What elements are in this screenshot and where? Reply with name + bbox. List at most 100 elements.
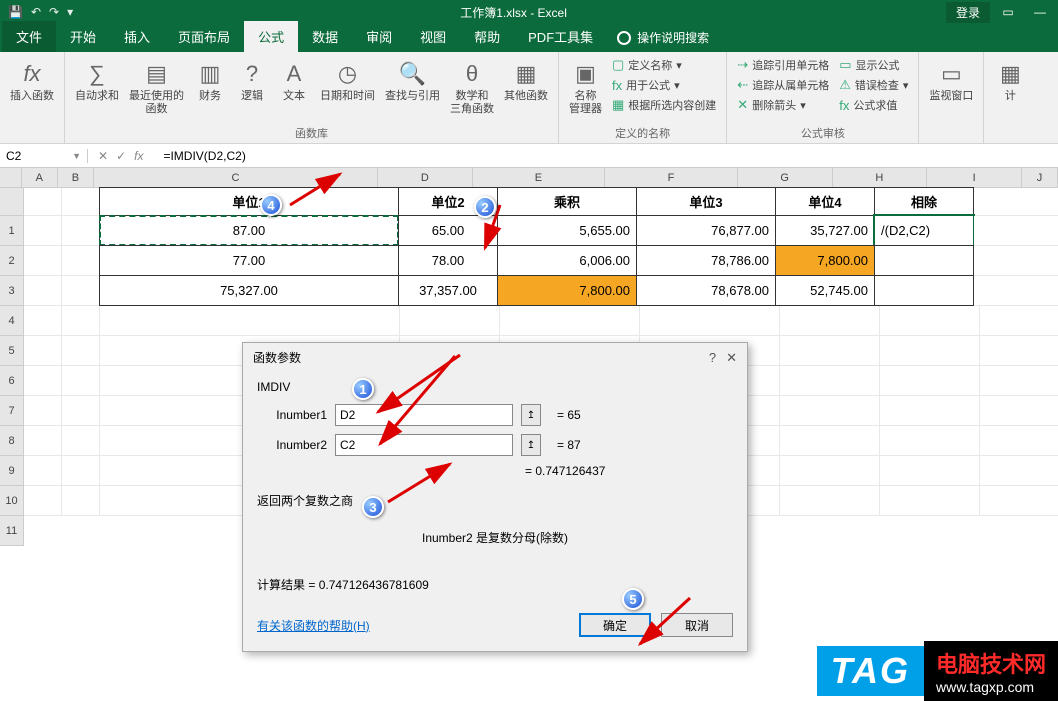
cell[interactable]	[24, 216, 62, 246]
cell[interactable]	[400, 306, 500, 336]
cell[interactable]	[24, 456, 62, 486]
lookup-button[interactable]: 🔍查找与引用	[381, 56, 444, 118]
cell[interactable]	[980, 396, 1058, 426]
cell[interactable]	[62, 306, 100, 336]
cell-e3[interactable]: 6,006.00	[497, 245, 637, 276]
param2-input[interactable]: C2	[335, 434, 513, 456]
cell[interactable]	[880, 336, 980, 366]
cell[interactable]	[24, 306, 62, 336]
datetime-button[interactable]: ◷日期和时间	[316, 56, 379, 118]
cell-d3[interactable]: 78.00	[398, 245, 498, 276]
fx-button-icon[interactable]: fx	[134, 149, 143, 163]
col-header-g[interactable]: G	[738, 168, 833, 187]
cell[interactable]	[24, 366, 62, 396]
cell-g4[interactable]: 52,745.00	[775, 275, 875, 306]
cell[interactable]	[100, 306, 400, 336]
define-name-button[interactable]: ▢定义名称 ▾	[608, 56, 720, 74]
tab-home[interactable]: 开始	[56, 21, 110, 52]
cell[interactable]	[62, 456, 100, 486]
cell[interactable]	[62, 366, 100, 396]
col-header-a[interactable]: A	[22, 168, 58, 187]
cell[interactable]	[62, 426, 100, 456]
cell-h3[interactable]	[874, 245, 974, 276]
tab-file[interactable]: 文件	[2, 21, 56, 52]
cell[interactable]	[62, 188, 100, 216]
cell-h4[interactable]	[874, 275, 974, 306]
cell[interactable]	[780, 486, 880, 516]
name-box[interactable]: C2 ▼	[0, 149, 88, 163]
cancel-button[interactable]: 取消	[661, 613, 733, 637]
trace-dependents-button[interactable]: ⇠追踪从属单元格	[733, 76, 833, 94]
cell[interactable]	[980, 366, 1058, 396]
col-header-c[interactable]: C	[94, 168, 378, 187]
cell[interactable]	[24, 188, 62, 216]
cell[interactable]	[980, 486, 1058, 516]
cell[interactable]	[780, 366, 880, 396]
cell-c2[interactable]: 87.00	[99, 215, 399, 246]
row-header-8[interactable]: 8	[0, 426, 23, 456]
cell-c3[interactable]: 77.00	[99, 245, 399, 276]
dialog-help-icon[interactable]: ?	[709, 350, 716, 366]
insert-function-button[interactable]: fx 插入函数	[6, 56, 58, 105]
login-button[interactable]: 登录	[946, 2, 990, 23]
col-header-h[interactable]: H	[833, 168, 928, 187]
eval-formula-button[interactable]: fx公式求值	[835, 96, 912, 114]
cell[interactable]	[980, 426, 1058, 456]
logical-button[interactable]: ?逻辑	[232, 56, 272, 118]
tell-me[interactable]: 操作说明搜索	[607, 23, 719, 52]
create-selection-button[interactable]: ▦根据所选内容创建	[608, 96, 720, 114]
col-header-i[interactable]: I	[927, 168, 1022, 187]
cell[interactable]	[974, 216, 1058, 246]
row-header-4[interactable]: 4	[0, 306, 23, 336]
cell-g2[interactable]: 35,727.00	[775, 215, 875, 246]
cell[interactable]	[24, 246, 62, 276]
remove-arrows-button[interactable]: ✕删除箭头 ▾	[733, 96, 833, 114]
cell[interactable]	[780, 306, 880, 336]
name-box-dropdown-icon[interactable]: ▼	[72, 151, 81, 161]
tab-formulas[interactable]: 公式	[244, 21, 298, 52]
col-header-b[interactable]: B	[58, 168, 94, 187]
cell[interactable]	[62, 276, 100, 306]
row-header-1[interactable]: 1	[0, 216, 23, 246]
tab-help[interactable]: 帮助	[460, 21, 514, 52]
cell[interactable]	[62, 336, 100, 366]
cell-f4[interactable]: 78,678.00	[636, 275, 776, 306]
tab-view[interactable]: 视图	[406, 21, 460, 52]
redo-icon[interactable]: ↷	[49, 5, 59, 19]
formula-input[interactable]: =IMDIV(D2,C2)	[159, 147, 1058, 165]
cell-e4[interactable]: 7,800.00	[497, 275, 637, 306]
select-all-corner[interactable]	[0, 168, 22, 187]
recent-button[interactable]: ▤最近使用的 函数	[125, 56, 188, 118]
name-manager-button[interactable]: ▣名称 管理器	[565, 56, 606, 118]
cell[interactable]	[880, 426, 980, 456]
math-button[interactable]: θ数学和 三角函数	[446, 56, 498, 118]
calc-button[interactable]: ▦计	[990, 56, 1030, 105]
cell-g1[interactable]: 单位4	[775, 187, 875, 216]
row-header-9[interactable]: 9	[0, 456, 23, 486]
cell-e2[interactable]: 5,655.00	[497, 215, 637, 246]
col-header-j[interactable]: J	[1022, 168, 1058, 187]
col-header-d[interactable]: D	[378, 168, 473, 187]
row-header-10[interactable]: 10	[0, 486, 23, 516]
cell[interactable]	[880, 366, 980, 396]
cell[interactable]	[62, 396, 100, 426]
row-header-blank[interactable]	[0, 188, 23, 216]
cell[interactable]	[780, 396, 880, 426]
cell-d2[interactable]: 65.00	[398, 215, 498, 246]
cell-c4[interactable]: 75,327.00	[99, 275, 399, 306]
cell[interactable]	[780, 336, 880, 366]
qat-dropdown-icon[interactable]: ▾	[67, 5, 73, 19]
tab-layout[interactable]: 页面布局	[164, 21, 244, 52]
cell-f3[interactable]: 78,786.00	[636, 245, 776, 276]
cell[interactable]	[974, 246, 1058, 276]
cell[interactable]	[980, 336, 1058, 366]
cell-f2[interactable]: 76,877.00	[636, 215, 776, 246]
cell[interactable]	[24, 486, 62, 516]
more-button[interactable]: ▦其他函数	[500, 56, 552, 118]
cell[interactable]	[24, 426, 62, 456]
param1-input[interactable]: D2	[335, 404, 513, 426]
cell[interactable]	[880, 306, 980, 336]
cell[interactable]	[780, 456, 880, 486]
text-button[interactable]: A文本	[274, 56, 314, 118]
cell[interactable]	[880, 396, 980, 426]
